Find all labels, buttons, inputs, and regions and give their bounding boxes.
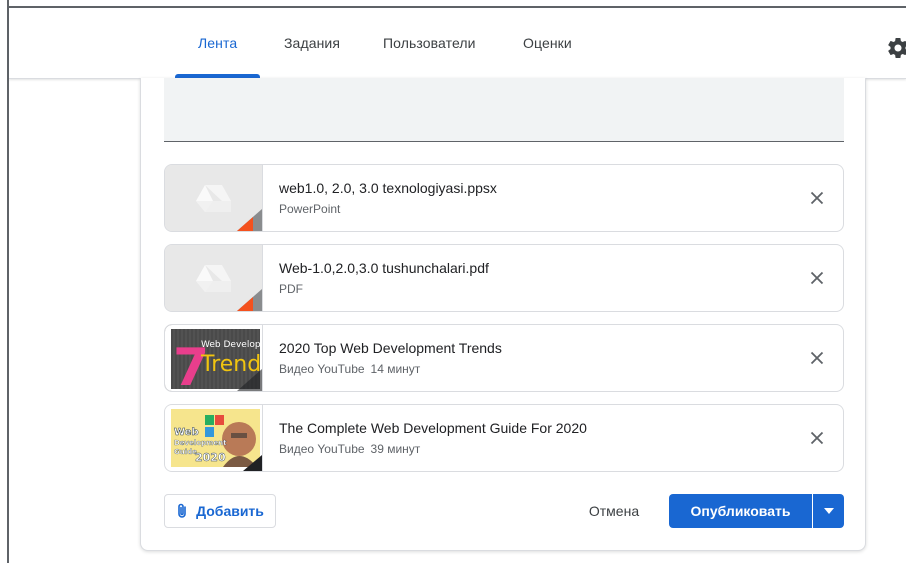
attachment-item[interactable]: Web-1.0,2.0,3.0 tushunchalari.pdf PDF — [164, 244, 844, 312]
publish-options-dropdown[interactable] — [813, 494, 844, 528]
video-thumbnail: Web Development Guide 2020 — [165, 405, 263, 471]
attachment-type: PDF — [279, 282, 303, 296]
thumb-word: Trends — [200, 352, 262, 377]
attachment-item[interactable]: Web Development Guide 2020 The Complete … — [164, 404, 844, 472]
chevron-down-icon — [823, 508, 834, 514]
drive-icon — [165, 165, 262, 231]
announcement-text-field[interactable] — [164, 78, 844, 142]
cancel-button[interactable]: Отмена — [574, 494, 654, 528]
paperclip-icon — [178, 503, 186, 518]
thumb-text-year: 2020 — [195, 451, 226, 464]
thumb-subtitle: Web Development — [201, 340, 262, 350]
add-attachment-label: Добавить — [196, 503, 264, 519]
attachment-thumbnail — [165, 165, 263, 231]
attachment-meta: Видео YouTube 39 минут — [279, 442, 420, 456]
tab-classwork[interactable]: Задания — [284, 8, 340, 78]
attachment-type: Видео YouTube — [279, 442, 365, 456]
drive-icon — [165, 245, 262, 311]
tab-grades[interactable]: Оценки — [523, 8, 572, 78]
window-frame-left — [0, 0, 9, 563]
publish-button[interactable]: Опубликовать — [669, 494, 812, 528]
tab-stream[interactable]: Лента — [198, 8, 237, 78]
close-icon[interactable] — [806, 347, 828, 369]
close-icon[interactable] — [806, 427, 828, 449]
attachment-item[interactable]: 7 Web Development Trends 2020 Top Web De… — [164, 324, 844, 392]
attachment-thumbnail — [165, 245, 263, 311]
add-attachment-button[interactable]: Добавить — [164, 494, 276, 528]
attachment-title[interactable]: web1.0, 2.0, 3.0 texnologiyasi.ppsx — [279, 180, 497, 196]
video-thumbnail: 7 Web Development Trends — [165, 325, 263, 391]
attachment-item[interactable]: web1.0, 2.0, 3.0 texnologiyasi.ppsx Powe… — [164, 164, 844, 232]
thumb-text-line1: Web — [174, 427, 199, 438]
close-icon[interactable] — [806, 187, 828, 209]
attachment-type: Видео YouTube — [279, 362, 365, 376]
attachment-meta: Видео YouTube 14 минут — [279, 362, 420, 376]
video-thumbnail-art: 7 Web Development Trends — [165, 325, 262, 391]
attachment-type: PowerPoint — [279, 202, 341, 216]
video-thumbnail-art: Web Development Guide 2020 — [165, 405, 262, 471]
close-icon[interactable] — [806, 267, 828, 289]
thumb-text-line2: Development — [174, 439, 227, 447]
attachment-duration: 39 минут — [370, 442, 421, 456]
attachment-duration: 14 минут — [370, 362, 421, 376]
thumb-text-line3: Guide — [174, 448, 197, 456]
tab-people[interactable]: Пользователи — [383, 8, 476, 78]
post-composer-card: web1.0, 2.0, 3.0 texnologiyasi.ppsx Powe… — [140, 78, 866, 551]
attachment-title[interactable]: 2020 Top Web Development Trends — [279, 340, 502, 356]
attachment-title[interactable]: Web-1.0,2.0,3.0 tushunchalari.pdf — [279, 260, 489, 276]
attachment-title[interactable]: The Complete Web Development Guide For 2… — [279, 420, 587, 436]
top-navigation-bar: Лента Задания Пользователи Оценки — [9, 8, 906, 79]
gear-icon[interactable] — [886, 36, 906, 60]
window-frame-top — [0, 0, 906, 8]
